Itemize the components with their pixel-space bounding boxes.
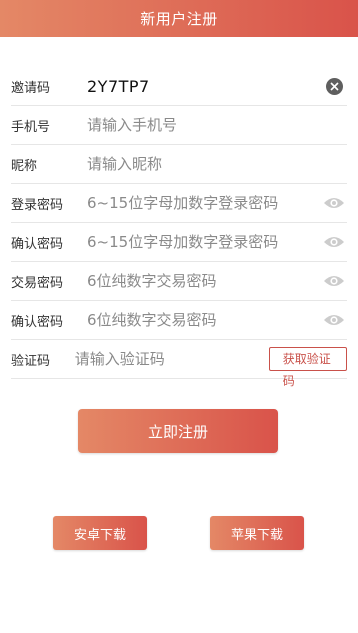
confirm-trade-password-input[interactable] xyxy=(87,305,323,335)
eye-icon[interactable] xyxy=(323,313,345,327)
confirm-login-password-input[interactable] xyxy=(87,227,323,257)
login-password-label: 登录密码 xyxy=(11,197,64,213)
registration-form: 邀请码 2Y7TP7 手机号 昵称 登录密码 确认密码 交易密码 xyxy=(11,67,347,388)
phone-input[interactable] xyxy=(87,110,347,140)
android-download-label: 安卓下载 xyxy=(73,527,126,543)
eye-icon[interactable] xyxy=(323,196,345,210)
nickname-row: 昵称 xyxy=(11,145,347,184)
verify-code-input[interactable] xyxy=(74,344,269,374)
eye-icon[interactable] xyxy=(323,235,345,249)
invite-code-value[interactable]: 2Y7TP7 xyxy=(87,77,326,96)
invite-code-label: 邀请码 xyxy=(11,80,51,96)
register-button-label: 立即注册 xyxy=(147,422,208,441)
eye-icon[interactable] xyxy=(323,274,345,288)
trade-password-input[interactable] xyxy=(87,266,323,296)
confirm-login-password-label: 确认密码 xyxy=(11,236,64,252)
get-code-button[interactable]: 获取验证码 xyxy=(268,347,347,388)
nickname-input[interactable] xyxy=(87,149,347,179)
verify-code-row: 验证码 获取验证码 xyxy=(11,340,347,388)
confirm-trade-password-label: 确认密码 xyxy=(11,314,64,330)
page-title: 新用户注册 xyxy=(140,10,218,28)
confirm-login-password-row: 确认密码 xyxy=(11,223,347,262)
invite-code-row: 邀请码 2Y7TP7 xyxy=(11,67,347,106)
nickname-label: 昵称 xyxy=(11,158,38,174)
phone-label: 手机号 xyxy=(11,119,51,135)
close-icon[interactable] xyxy=(326,77,343,95)
register-button[interactable]: 立即注册 xyxy=(78,409,278,453)
ios-download-label: 苹果下载 xyxy=(230,527,283,543)
page-header: 新用户注册 xyxy=(0,0,358,37)
ios-download-button[interactable]: 苹果下载 xyxy=(210,516,304,550)
android-download-button[interactable]: 安卓下载 xyxy=(53,516,147,550)
phone-row: 手机号 xyxy=(11,106,347,145)
trade-password-label: 交易密码 xyxy=(11,275,64,291)
confirm-trade-password-row: 确认密码 xyxy=(11,301,347,340)
verify-code-label: 验证码 xyxy=(11,353,51,369)
login-password-input[interactable] xyxy=(87,188,323,218)
trade-password-row: 交易密码 xyxy=(11,262,347,301)
login-password-row: 登录密码 xyxy=(11,184,347,223)
